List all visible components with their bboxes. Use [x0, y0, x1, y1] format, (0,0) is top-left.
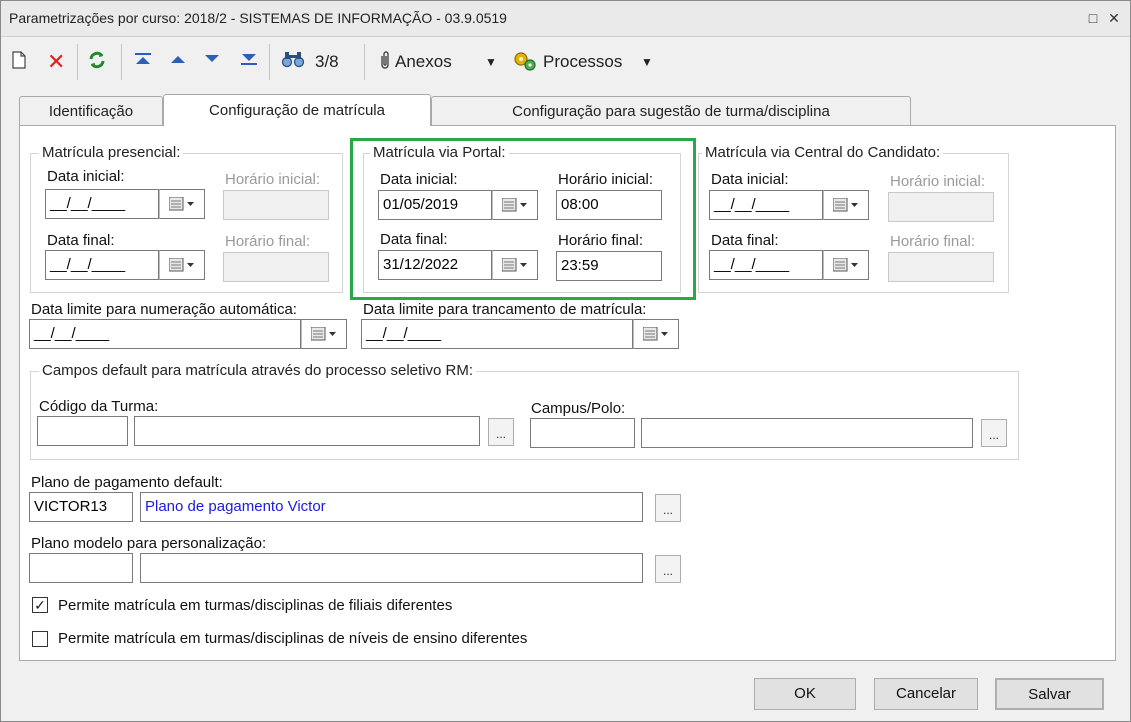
data-final-central-input[interactable]: __/__/____ — [709, 250, 823, 280]
horario-final-presencial-input — [223, 252, 329, 282]
data-final-presencial-input[interactable]: __/__/____ — [45, 250, 159, 280]
calendar-dropdown-button[interactable] — [633, 319, 679, 349]
legend-portal: Matrícula via Portal: — [370, 144, 509, 161]
label-data-inicial-portal: Data inicial: — [380, 171, 458, 188]
turma-descricao-input[interactable] — [134, 416, 480, 446]
horario-inicial-presencial-input — [223, 190, 329, 220]
plano-pagamento-lookup-button[interactable]: ... — [655, 494, 681, 522]
legend-central-candidato: Matrícula via Central do Candidato: — [702, 144, 944, 161]
calendar-dropdown-button[interactable] — [823, 190, 869, 220]
label-codigo-turma: Código da Turma: — [39, 398, 159, 415]
legend-presencial: Matrícula presencial: — [39, 144, 184, 161]
label-horario-inicial-portal: Horário inicial: — [558, 171, 654, 188]
codigo-turma-input[interactable] — [37, 416, 128, 446]
ok-button[interactable]: OK — [754, 678, 856, 710]
data-inicial-central-input[interactable]: __/__/____ — [709, 190, 823, 220]
checkbox-niveis-ensino-diferentes[interactable] — [32, 631, 48, 647]
plano-modelo-description-input[interactable] — [140, 553, 643, 583]
plano-pagamento-description-input[interactable]: Plano de pagamento Victor — [140, 492, 643, 522]
label-data-limite-numeracao: Data limite para numeração automática: — [31, 301, 297, 318]
salvar-button[interactable]: Salvar — [995, 678, 1104, 710]
label-filiais-diferentes: Permite matrícula em turmas/disciplinas … — [58, 597, 453, 614]
horario-inicial-portal-input[interactable]: 08:00 — [556, 190, 662, 220]
label-horario-final-central: Horário final: — [890, 233, 976, 250]
plano-modelo-lookup-button[interactable]: ... — [655, 555, 681, 583]
horario-inicial-central-input — [888, 192, 994, 222]
calendar-dropdown-button[interactable] — [823, 250, 869, 280]
label-niveis-ensino-diferentes: Permite matrícula em turmas/disciplinas … — [58, 630, 528, 647]
label-data-final-central: Data final: — [711, 232, 779, 249]
label-horario-inicial-presencial: Horário inicial: — [225, 171, 321, 188]
dialog-window: Parametrizações por curso: 2018/2 - SIST… — [0, 0, 1131, 722]
turma-lookup-button[interactable]: ... — [488, 418, 514, 446]
label-horario-final-portal: Horário final: — [558, 232, 644, 249]
data-inicial-portal-input[interactable]: 01/05/2019 — [378, 190, 492, 220]
horario-final-portal-input[interactable]: 23:59 — [556, 251, 662, 281]
label-data-inicial-central: Data inicial: — [711, 171, 789, 188]
data-limite-numeracao-input[interactable]: __/__/____ — [29, 319, 301, 349]
campus-lookup-button[interactable]: ... — [981, 419, 1007, 447]
label-data-inicial-presencial: Data inicial: — [47, 168, 125, 185]
calendar-dropdown-button[interactable] — [492, 250, 538, 280]
legend-processo-seletivo: Campos default para matrícula através do… — [39, 362, 477, 379]
cancelar-button[interactable]: Cancelar — [874, 678, 978, 710]
label-data-final-portal: Data final: — [380, 231, 448, 248]
campus-polo-descricao-input[interactable] — [641, 418, 973, 448]
label-horario-inicial-central: Horário inicial: — [890, 173, 986, 190]
label-campus-polo: Campus/Polo: — [531, 400, 626, 417]
label-plano-pagamento: Plano de pagamento default: — [31, 474, 223, 491]
calendar-dropdown-button[interactable] — [159, 250, 205, 280]
data-limite-trancamento-input[interactable]: __/__/____ — [361, 319, 633, 349]
label-plano-modelo: Plano modelo para personalização: — [31, 535, 267, 552]
label-data-limite-trancamento: Data limite para trancamento de matrícul… — [363, 301, 647, 318]
calendar-dropdown-button[interactable] — [159, 189, 205, 219]
data-final-portal-input[interactable]: 31/12/2022 — [378, 250, 492, 280]
horario-final-central-input — [888, 252, 994, 282]
label-data-final-presencial: Data final: — [47, 232, 115, 249]
label-horario-final-presencial: Horário final: — [225, 233, 311, 250]
calendar-dropdown-button[interactable] — [301, 319, 347, 349]
plano-pagamento-code-input[interactable]: VICTOR13 — [29, 492, 133, 522]
campus-polo-input[interactable] — [530, 418, 635, 448]
calendar-dropdown-button[interactable] — [492, 190, 538, 220]
data-inicial-presencial-input[interactable]: __/__/____ — [45, 189, 159, 219]
checkbox-filiais-diferentes[interactable]: ✓ — [32, 597, 48, 613]
plano-modelo-code-input[interactable] — [29, 553, 133, 583]
